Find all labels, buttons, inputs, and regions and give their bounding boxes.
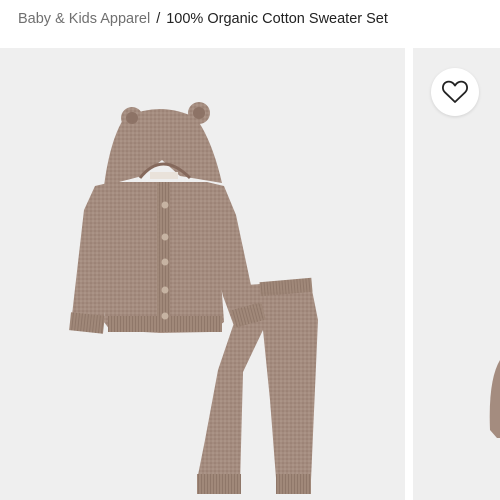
sweater-set-image xyxy=(69,102,318,494)
breadcrumb-current-page: 100% Organic Cotton Sweater Set xyxy=(166,11,388,27)
heart-icon xyxy=(442,80,468,103)
breadcrumb-link-baby-kids-apparel[interactable]: Baby & Kids Apparel xyxy=(18,11,150,27)
product-image-main[interactable] xyxy=(0,48,405,500)
favorite-button[interactable] xyxy=(431,68,479,116)
breadcrumb-separator: / xyxy=(156,11,161,27)
breadcrumb: Baby & Kids Apparel / 100% Organic Cotto… xyxy=(18,0,388,38)
